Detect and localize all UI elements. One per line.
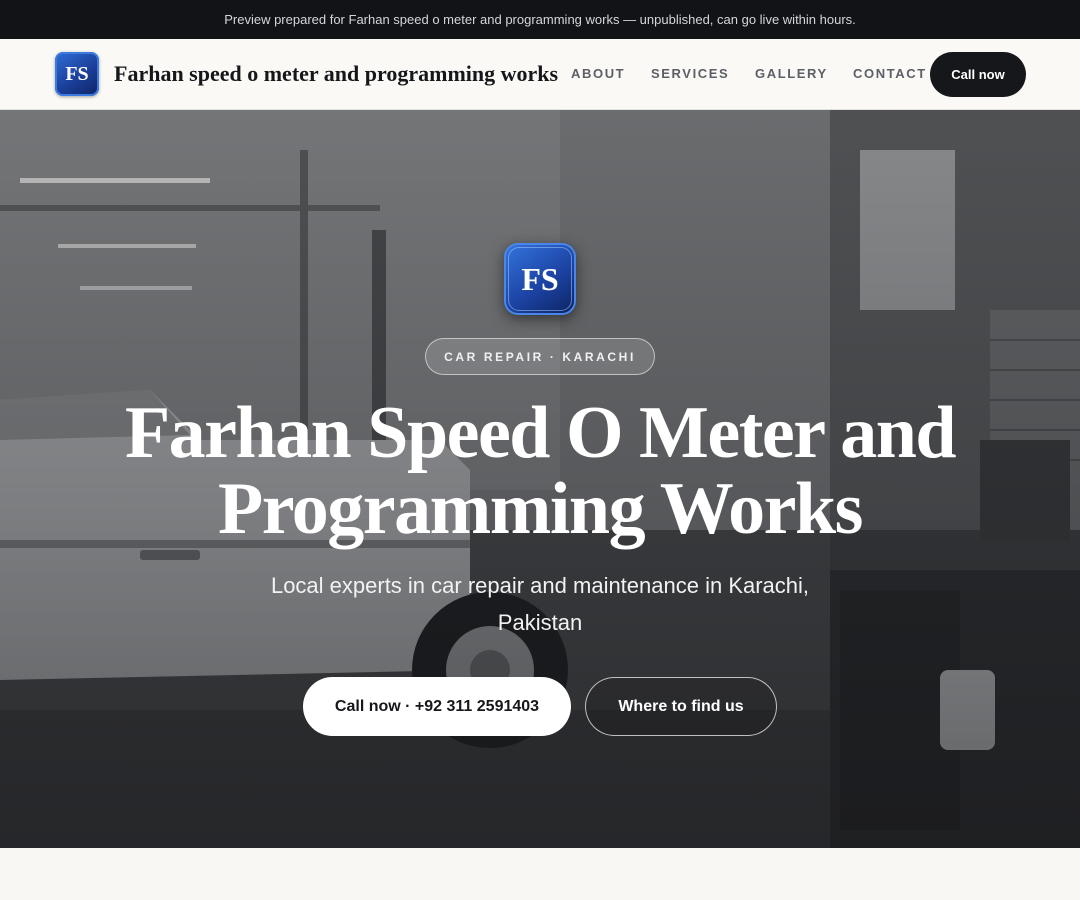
header-call-button[interactable]: Call now — [930, 52, 1026, 97]
brand-logo-text: FS — [65, 62, 89, 85]
brand-logo[interactable]: FS — [55, 52, 99, 96]
nav-services[interactable]: SERVICES — [651, 66, 729, 81]
hero-logo-text: FS — [521, 260, 559, 297]
hero-subtitle: Local experts in car repair and maintena… — [270, 573, 810, 635]
hero-title: Farhan Speed O Meter and Programming Wor… — [100, 395, 980, 547]
brand-name[interactable]: Farhan speed o meter and programming wor… — [114, 61, 558, 87]
hero-section: FS CAR REPAIR · KARACHI Farhan Speed O M… — [0, 110, 1080, 848]
call-now-button[interactable]: Call now · +92 311 2591403 — [303, 677, 571, 736]
preview-banner-text: Preview prepared for Farhan speed o mete… — [224, 12, 856, 27]
hero-title-line-2: Programming Works — [218, 468, 863, 550]
nav-contact[interactable]: CONTACT — [853, 66, 927, 81]
hero-title-line-1: Farhan Speed O Meter and — [124, 392, 957, 474]
site-header: FS Farhan speed o meter and programming … — [0, 39, 1080, 110]
hero-logo: FS — [504, 243, 576, 315]
nav-gallery[interactable]: GALLERY — [755, 66, 828, 81]
preview-banner: Preview prepared for Farhan speed o mete… — [0, 0, 1080, 39]
nav-about[interactable]: ABOUT — [571, 66, 625, 81]
category-badge: CAR REPAIR · KARACHI — [425, 338, 655, 375]
find-us-button[interactable]: Where to find us — [585, 677, 777, 736]
